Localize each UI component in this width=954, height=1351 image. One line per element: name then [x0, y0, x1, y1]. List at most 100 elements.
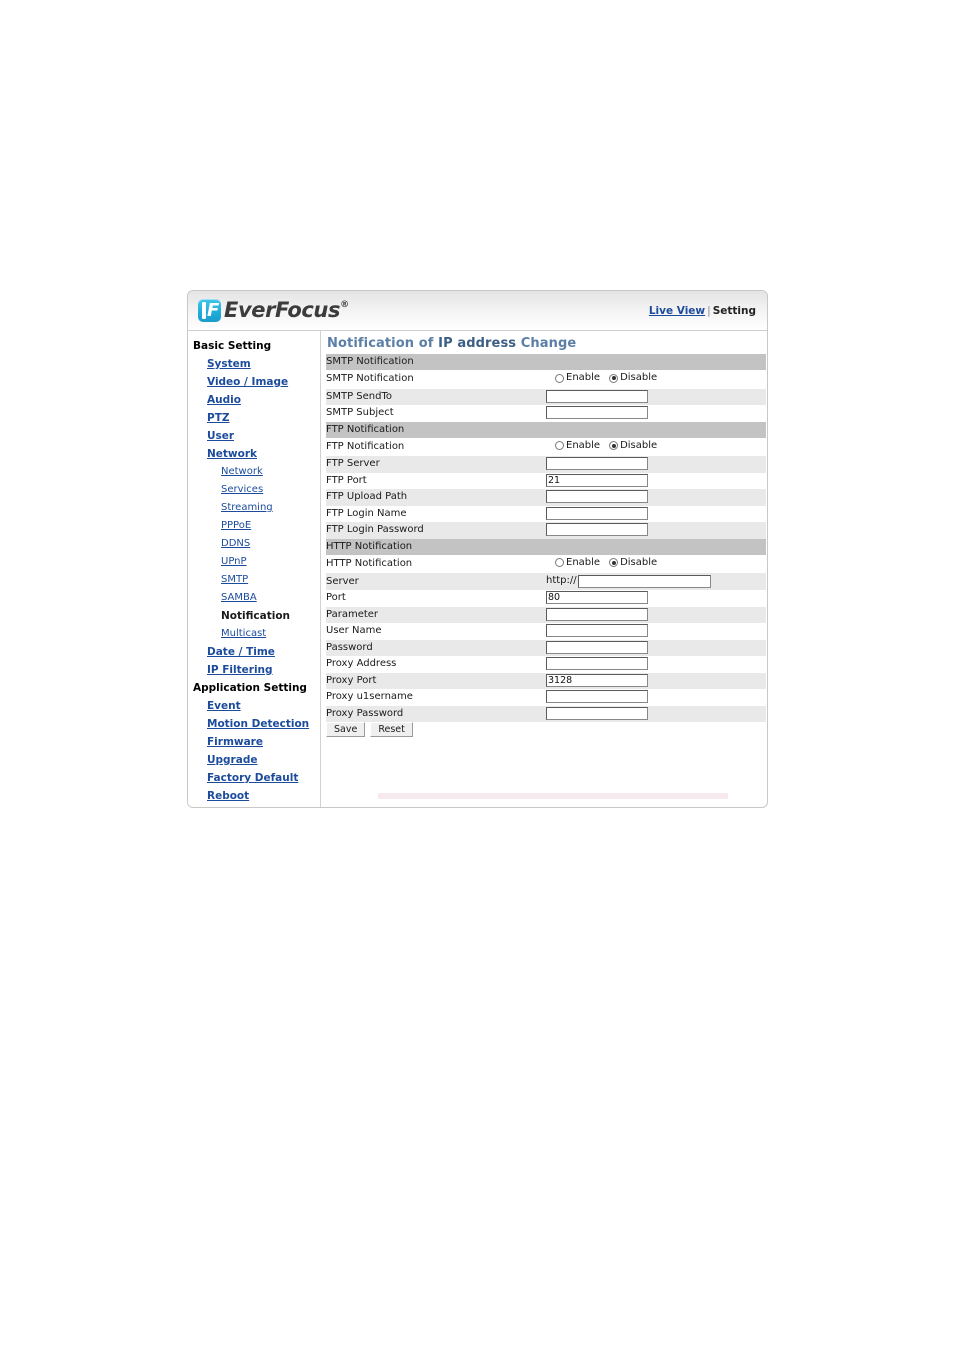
- smtp-notification-enable-option[interactable]: Enable: [555, 370, 600, 386]
- sidebar-item-network[interactable]: Network: [188, 445, 320, 463]
- ftp-notification-label: FTP Notification: [326, 437, 546, 456]
- sidebar-item-streaming[interactable]: Streaming: [188, 499, 320, 517]
- smtp-subject-input[interactable]: [546, 406, 648, 419]
- radio-enable-icon[interactable]: [555, 373, 564, 383]
- setting-link[interactable]: Setting: [713, 305, 756, 317]
- live-view-link[interactable]: Live View: [649, 305, 705, 317]
- smtp-notification-disable-option[interactable]: Disable: [609, 370, 657, 386]
- radio-disable-icon[interactable]: [609, 441, 619, 450]
- radio-enable-icon[interactable]: [555, 441, 564, 450]
- server-input[interactable]: [577, 574, 711, 588]
- form-row: SMTP Subject: [326, 405, 766, 422]
- port-input[interactable]: [546, 591, 648, 604]
- ftp-login-password-input[interactable]: [546, 523, 648, 536]
- ftp-notification-disable-option[interactable]: Disable: [609, 438, 657, 454]
- form-row: User Name: [326, 623, 766, 640]
- proxy-port-field-cell: [546, 672, 766, 689]
- smtp-notification-radio-group: Enable Disable: [546, 370, 663, 386]
- http-notification-enable-option[interactable]: Enable: [555, 555, 600, 571]
- form-row: FTP Login Name: [326, 505, 766, 522]
- horizontal-scrollbar[interactable]: [378, 793, 728, 799]
- sidebar-item-ip-filtering[interactable]: IP Filtering: [188, 661, 320, 679]
- radio-disable-icon[interactable]: [609, 373, 619, 383]
- radio-label: Disable: [620, 439, 658, 451]
- ftp-server-input[interactable]: [546, 457, 648, 470]
- sidebar-item-network[interactable]: Network: [188, 463, 320, 481]
- form-row: Password: [326, 639, 766, 656]
- sidebar-item-date-time[interactable]: Date / Time: [188, 643, 320, 661]
- app-header: EverFocus® Live View|Setting: [188, 291, 767, 331]
- brand-name: EverFocus®: [224, 300, 349, 321]
- save-button[interactable]: Save: [326, 722, 366, 737]
- page-title-part2: IP address: [438, 336, 517, 351]
- port-field-cell: [546, 590, 766, 607]
- form-row: HTTP Notification Enable Disable: [326, 554, 766, 573]
- sidebar-item-reboot[interactable]: Reboot: [188, 787, 320, 805]
- sidebar-item-audio[interactable]: Audio: [188, 391, 320, 409]
- sidebar-item-smtp[interactable]: SMTP: [188, 571, 320, 589]
- section-title: HTTP Notification: [326, 538, 766, 555]
- header-nav-links: Live View | Setting: [649, 305, 756, 317]
- parameter-input[interactable]: [546, 607, 648, 621]
- form-row: FTP Server: [326, 456, 766, 473]
- ftp-upload-path-input[interactable]: [546, 490, 648, 503]
- form-row: Proxy u1sername: [326, 689, 766, 706]
- ftp-login-password-label: FTP Login Password: [326, 522, 546, 539]
- sidebar-item-upgrade[interactable]: Upgrade: [188, 751, 320, 769]
- smtp-notification-field-cell: Enable Disable: [546, 370, 766, 389]
- sidebar-item-system[interactable]: System: [188, 355, 320, 373]
- ftp-upload-path-field-cell: [546, 489, 766, 506]
- ftp-login-name-input[interactable]: [546, 506, 648, 520]
- header-link-separator: |: [707, 304, 711, 317]
- http-notification-radio-group: Enable Disable: [546, 555, 663, 571]
- proxy-u1sername-label: Proxy u1sername: [326, 689, 546, 706]
- form-row: FTP Login Password: [326, 522, 766, 539]
- sidebar-item-upnp[interactable]: UPnP: [188, 553, 320, 571]
- user-name-field-cell: [546, 623, 766, 640]
- sidebar-item-multicast[interactable]: Multicast: [188, 625, 320, 643]
- proxy-address-field-cell: [546, 656, 766, 673]
- proxy-password-field-cell: [546, 705, 766, 722]
- smtp-notification-label: SMTP Notification: [326, 370, 546, 389]
- sidebar-item-video-image[interactable]: Video / Image: [188, 373, 320, 391]
- sidebar-item-ptz[interactable]: PTZ: [188, 409, 320, 427]
- smtp-sendto-input[interactable]: [546, 389, 648, 403]
- ftp-port-input[interactable]: [546, 473, 648, 487]
- ftp-port-field-cell: [546, 472, 766, 489]
- password-input[interactable]: [546, 640, 648, 654]
- user-name-label: User Name: [326, 623, 546, 640]
- sidebar-item-pppoe[interactable]: PPPoE: [188, 517, 320, 535]
- sidebar-item-event[interactable]: Event: [188, 697, 320, 715]
- sidebar-item-firmware[interactable]: Firmware: [188, 733, 320, 751]
- sidebar-item-ddns[interactable]: DDNS: [188, 535, 320, 553]
- ftp-login-password-field-cell: [546, 522, 766, 539]
- proxy-port-label: Proxy Port: [326, 672, 546, 689]
- ftp-notification-enable-option[interactable]: Enable: [555, 438, 600, 454]
- reset-button[interactable]: Reset: [370, 722, 413, 737]
- camera-web-ui-panel: EverFocus® Live View|Setting Basic Setti…: [187, 290, 768, 808]
- form-row: SMTP Notification Enable Disable: [326, 370, 766, 389]
- proxy-port-input[interactable]: [546, 673, 648, 687]
- proxy-password-input[interactable]: [546, 706, 648, 720]
- sidebar-item-services[interactable]: Services: [188, 481, 320, 499]
- sidebar-item-samba[interactable]: SAMBA: [188, 589, 320, 607]
- section-header-ftp-notification: FTP Notification: [326, 421, 766, 438]
- proxy-u1sername-input[interactable]: [546, 690, 648, 703]
- brand-logo: EverFocus®: [198, 299, 349, 322]
- sidebar-item-motion-detection[interactable]: Motion Detection: [188, 715, 320, 733]
- proxy-address-input[interactable]: [546, 657, 648, 670]
- form-actions-row: Save Reset: [326, 722, 766, 738]
- port-label: Port: [326, 590, 546, 607]
- radio-disable-icon[interactable]: [609, 558, 619, 567]
- password-label: Password: [326, 639, 546, 656]
- sidebar-item-factory-default[interactable]: Factory Default: [188, 769, 320, 787]
- form-row: Server http://: [326, 573, 766, 590]
- sidebar-item-user[interactable]: User: [188, 427, 320, 445]
- http-notification-disable-option[interactable]: Disable: [609, 555, 657, 571]
- user-name-input[interactable]: [546, 624, 648, 637]
- http-prefix-label: http://: [546, 575, 577, 586]
- ftp-login-name-label: FTP Login Name: [326, 505, 546, 522]
- radio-label: Disable: [620, 556, 658, 568]
- page-title-part1: Notification of: [327, 336, 439, 351]
- radio-enable-icon[interactable]: [555, 558, 564, 567]
